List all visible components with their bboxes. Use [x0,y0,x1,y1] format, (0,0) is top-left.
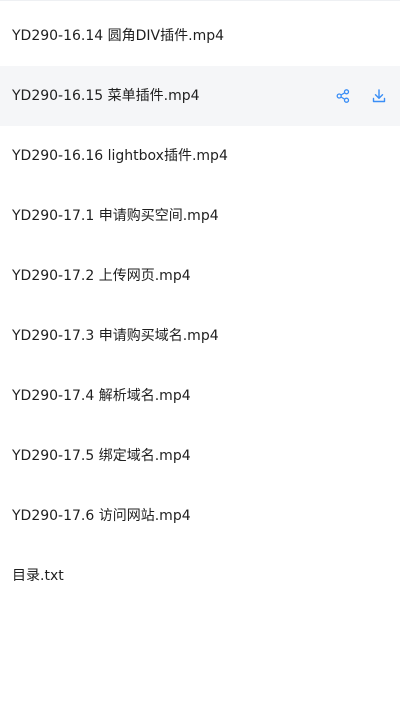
file-row[interactable]: YD290-17.3 申请购买域名.mp4 [0,306,400,366]
file-row[interactable]: 目录.txt [0,546,400,606]
file-row-selected[interactable]: YD290-16.15 菜单插件.mp4 [0,66,400,126]
file-name: YD290-17.2 上传网页.mp4 [12,268,191,284]
file-row[interactable]: YD290-17.4 解析域名.mp4 [0,366,400,426]
file-name: YD290-17.1 申请购买空间.mp4 [12,208,219,224]
row-actions [334,87,388,105]
file-name: YD290-17.6 访问网站.mp4 [12,508,191,524]
download-icon[interactable] [370,87,388,105]
file-row[interactable]: YD290-17.1 申请购买空间.mp4 [0,186,400,246]
file-name: 目录.txt [12,568,64,584]
file-row[interactable]: YD290-17.5 绑定域名.mp4 [0,426,400,486]
file-name: YD290-16.16 lightbox插件.mp4 [12,148,228,164]
file-name: YD290-17.4 解析域名.mp4 [12,388,191,404]
file-row[interactable]: YD290-17.2 上传网页.mp4 [0,246,400,306]
top-divider [0,0,400,1]
file-name: YD290-16.15 菜单插件.mp4 [12,88,200,104]
file-row[interactable]: YD290-17.6 访问网站.mp4 [0,486,400,546]
file-name: YD290-16.14 圆角DIV插件.mp4 [12,28,225,44]
file-list: YD290-16.14 圆角DIV插件.mp4 YD290-16.15 菜单插件… [0,6,400,606]
share-icon[interactable] [334,87,352,105]
file-row[interactable]: YD290-16.16 lightbox插件.mp4 [0,126,400,186]
file-row[interactable]: YD290-16.14 圆角DIV插件.mp4 [0,6,400,66]
file-name: YD290-17.5 绑定域名.mp4 [12,448,191,464]
file-name: YD290-17.3 申请购买域名.mp4 [12,328,219,344]
